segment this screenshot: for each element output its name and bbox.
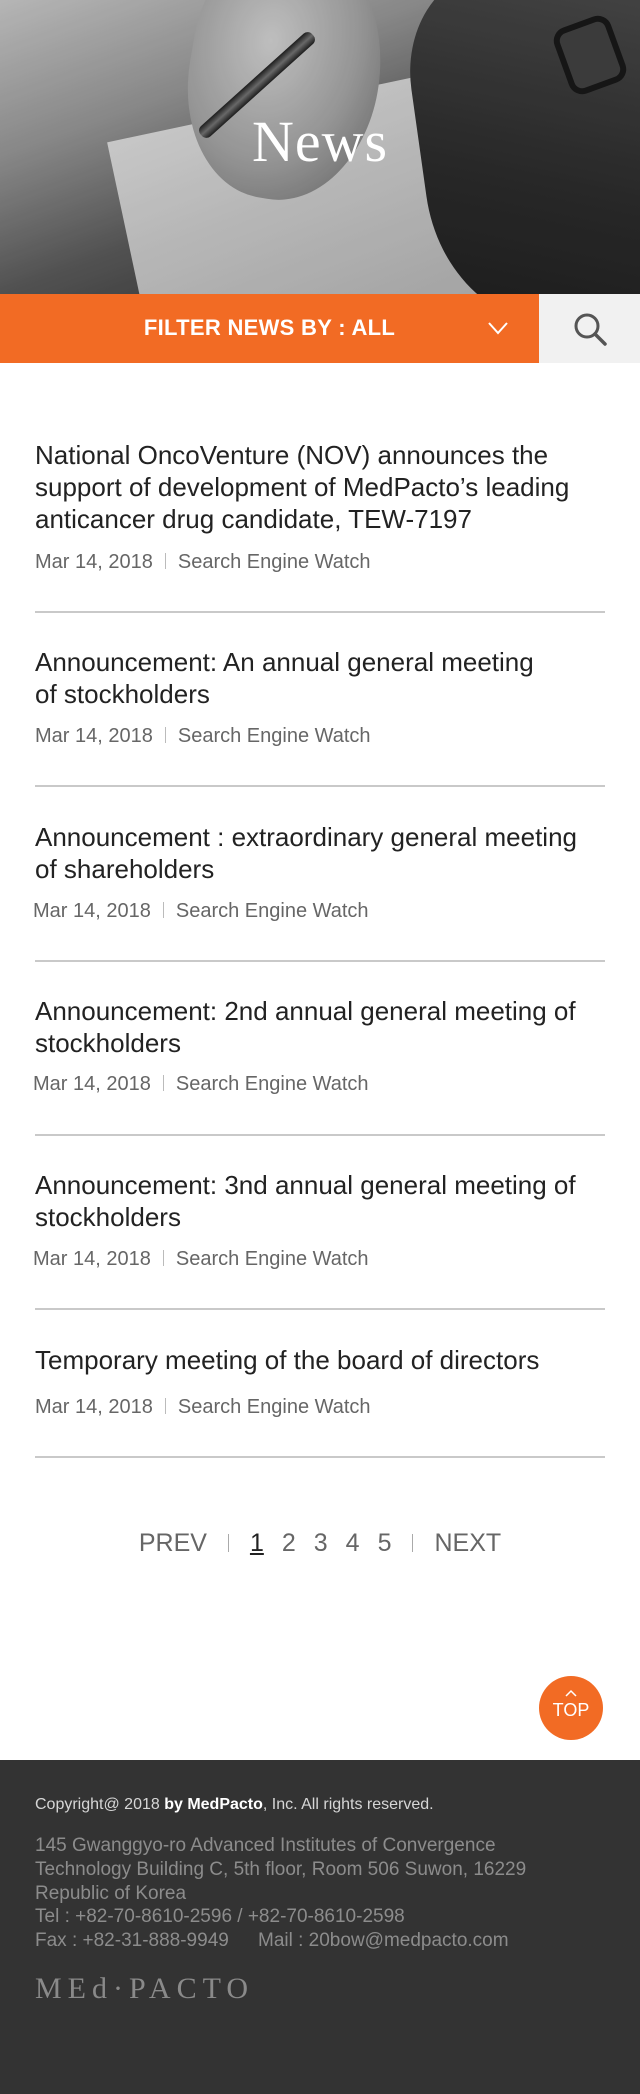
news-date: Mar 14, 2018 xyxy=(35,551,153,573)
news-date: Mar 14, 2018 xyxy=(33,900,151,922)
news-title[interactable]: Announcement: 3nd annual general meeting… xyxy=(35,1169,605,1233)
meta-divider xyxy=(164,727,166,743)
news-date: Mar 14, 2018 xyxy=(33,1073,151,1095)
meta-divider xyxy=(162,1075,164,1091)
meta-divider xyxy=(164,553,166,569)
news-title[interactable]: Announcement: 2nd annual general meeting… xyxy=(35,995,605,1059)
pagination: PREV 1 2 3 4 5 NEXT xyxy=(0,1529,640,1558)
news-item[interactable]: Announcement: 2nd annual general meeting… xyxy=(33,995,605,1136)
news-item[interactable]: Announcement: An annual general meeting … xyxy=(35,646,605,787)
phone-numbers: Tel : +82-70-8610-2596 / +82-70-8610-259… xyxy=(35,1906,405,1927)
fax-number: Fax : +82-31-888-9949 xyxy=(35,1930,229,1951)
news-title[interactable]: Announcement : extraordinary general mee… xyxy=(35,821,605,885)
page-title: News xyxy=(251,109,389,174)
news-date: Mar 14, 2018 xyxy=(35,725,153,747)
news-meta: Mar 14, 2018 Search Engine Watch xyxy=(35,725,371,748)
page-link-1[interactable]: 1 xyxy=(250,1529,264,1558)
meta-divider xyxy=(162,1250,164,1266)
copyright-text: Copyright@ 2018 by MedPacto, Inc. All ri… xyxy=(35,1796,434,1813)
news-meta: Mar 14, 2018 Search Engine Watch xyxy=(35,551,371,574)
filter-news-dropdown[interactable]: FILTER NEWS BY : ALL xyxy=(0,294,539,363)
news-source: Search Engine Watch xyxy=(175,1073,369,1095)
meta-divider xyxy=(164,1398,166,1414)
news-date: Mar 14, 2018 xyxy=(35,1396,153,1418)
news-item[interactable]: National OncoVenture (NOV) announces the… xyxy=(35,439,605,613)
news-source: Search Engine Watch xyxy=(175,1248,369,1270)
email-address[interactable]: Mail : 20bow@medpacto.com xyxy=(258,1930,509,1952)
news-title[interactable]: Temporary meeting of the board of direct… xyxy=(35,1344,605,1376)
news-meta: Mar 14, 2018 Search Engine Watch xyxy=(33,1073,369,1096)
search-icon xyxy=(574,313,607,346)
filter-bar: FILTER NEWS BY : ALL xyxy=(0,294,640,363)
page-link-3[interactable]: 3 xyxy=(314,1529,328,1558)
news-source: Search Engine Watch xyxy=(175,900,369,922)
page-link-4[interactable]: 4 xyxy=(346,1529,360,1558)
chevron-down-icon xyxy=(488,322,508,335)
pagination-divider xyxy=(412,1534,414,1552)
company-name: by MedPacto xyxy=(164,1796,263,1813)
page-link-2[interactable]: 2 xyxy=(282,1529,296,1558)
filter-label: FILTER NEWS BY : ALL xyxy=(143,315,396,340)
next-page-link[interactable]: NEXT xyxy=(434,1529,501,1558)
news-date: Mar 14, 2018 xyxy=(33,1248,151,1270)
arrow-up-icon xyxy=(565,1689,577,1697)
news-source: Search Engine Watch xyxy=(177,1396,371,1418)
news-meta: Mar 14, 2018 Search Engine Watch xyxy=(33,900,369,923)
news-item[interactable]: Temporary meeting of the board of direct… xyxy=(35,1344,605,1458)
news-meta: Mar 14, 2018 Search Engine Watch xyxy=(35,1396,371,1419)
prev-page-link[interactable]: PREV xyxy=(139,1529,207,1558)
news-title[interactable]: National OncoVenture (NOV) announces the… xyxy=(35,439,605,535)
footer: Copyright@ 2018 by MedPacto, Inc. All ri… xyxy=(0,1760,640,2094)
pagination-divider xyxy=(227,1534,229,1552)
company-address: 145 Gwanggyo-ro Advanced Institutes of C… xyxy=(35,1835,527,1904)
news-source: Search Engine Watch xyxy=(177,725,371,747)
news-item[interactable]: Announcement : extraordinary general mee… xyxy=(33,821,605,962)
news-source: Search Engine Watch xyxy=(177,551,371,573)
page-link-5[interactable]: 5 xyxy=(378,1529,392,1558)
search-button[interactable] xyxy=(539,294,640,363)
top-label: TOP xyxy=(552,1700,590,1720)
news-item[interactable]: Announcement: 3nd annual general meeting… xyxy=(33,1169,605,1310)
back-to-top-button[interactable]: TOP xyxy=(539,1676,603,1740)
meta-divider xyxy=(162,902,164,918)
hero-banner: News xyxy=(0,0,640,294)
medpacto-logo: MEd·PACTO xyxy=(35,1972,255,2005)
news-title[interactable]: Announcement: An annual general meeting … xyxy=(35,646,555,710)
news-meta: Mar 14, 2018 Search Engine Watch xyxy=(33,1248,369,1271)
